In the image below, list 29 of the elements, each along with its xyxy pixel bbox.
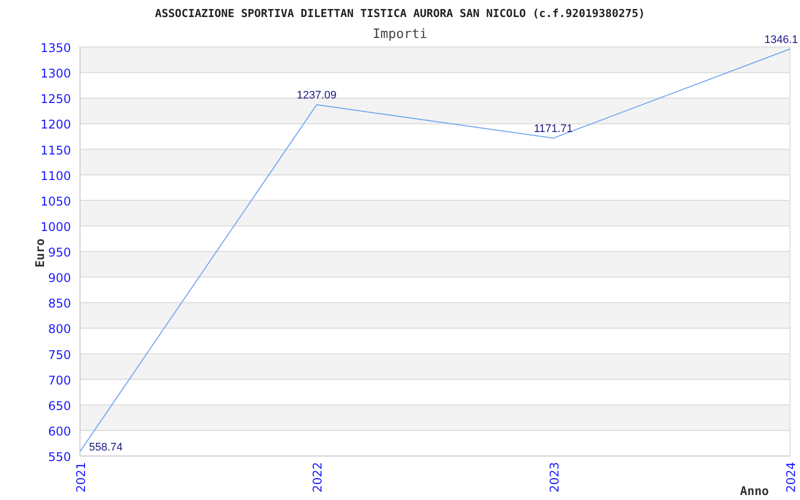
y-tick-label: 850: [48, 296, 71, 311]
data-label: 1237.09: [296, 90, 337, 102]
y-tick-label: 950: [48, 246, 71, 260]
y-tick-label: 750: [48, 348, 71, 362]
x-axis-label: Anno: [740, 484, 769, 498]
y-tick-label: 550: [48, 450, 71, 464]
data-label: 1346.1: [764, 34, 798, 46]
y-tick-label: 1100: [40, 168, 71, 183]
y-tick-label: 1000: [40, 220, 71, 234]
x-tick-label: 2023: [547, 462, 562, 493]
y-tick-label: 650: [48, 398, 71, 413]
y-tick-label: 1150: [40, 143, 71, 158]
x-tick-label: 2021: [74, 462, 88, 493]
chart-title: Importi: [372, 27, 428, 42]
y-tick-label: 1050: [40, 194, 71, 208]
y-axis-label: Euro: [33, 238, 47, 268]
data-label: 558.74: [89, 442, 123, 454]
y-tick-label: 600: [48, 424, 71, 438]
data-label: 1171.71: [534, 123, 573, 136]
x-tick-label: 2024: [784, 462, 798, 493]
chart-heading: ASSOCIAZIONE SPORTIVA DILETTAN TISTICA AURORA SAN NICOLO (c.f.92019380275): [154, 7, 646, 20]
y-tick-label: 1350: [40, 41, 71, 55]
y-tick-label: 1200: [40, 118, 71, 132]
y-tick-label: 900: [48, 271, 71, 286]
y-tick-label: 1300: [40, 66, 71, 81]
x-tick-label: 2022: [310, 462, 325, 493]
y-tick-label: 800: [48, 322, 71, 336]
y-tick-label: 700: [48, 373, 71, 388]
y-tick-label: 1250: [40, 92, 71, 106]
